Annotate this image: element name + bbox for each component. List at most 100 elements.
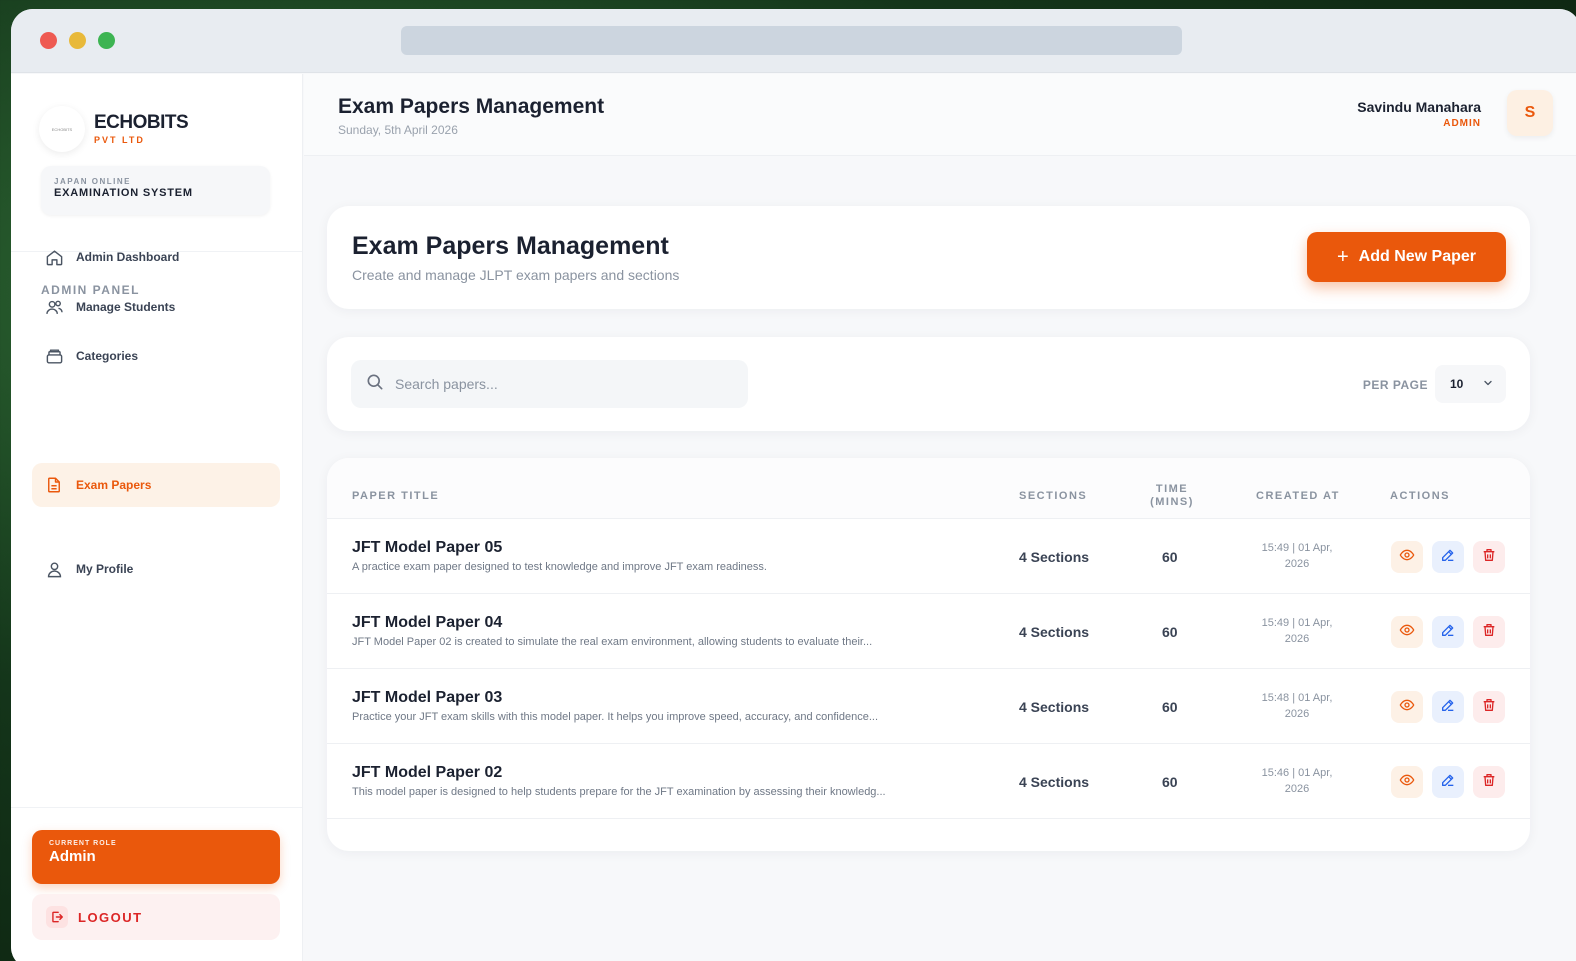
view-button[interactable] — [1391, 691, 1423, 723]
layers-icon — [44, 346, 64, 366]
paper-time: 60 — [1162, 699, 1178, 715]
sidebar-item-exam-papers[interactable]: Exam Papers — [32, 463, 280, 507]
paper-sections: 4 Sections — [1019, 624, 1090, 640]
sidebar-item-label: Exam Papers — [76, 478, 152, 492]
edit-icon — [1440, 697, 1456, 718]
document-icon — [44, 475, 64, 495]
eye-icon — [1399, 697, 1415, 718]
brand-subtitle: PVT LTD — [94, 135, 145, 145]
sidebar-divider — [11, 807, 302, 808]
papers-table: PAPER TITLE SECTIONS TIME (MINS) CREATED… — [327, 458, 1530, 851]
trash-icon — [1481, 697, 1497, 718]
user-name: Savindu Manahara — [1357, 99, 1481, 115]
edit-button[interactable] — [1432, 541, 1464, 573]
paper-created-at: 15:49 | 01 Apr, 2026 — [1245, 615, 1349, 647]
paper-description: A practice exam paper designed to test k… — [352, 561, 767, 573]
logout-icon — [46, 906, 68, 928]
brand[interactable]: ECHOBITS ECHOBITS PVT LTD — [39, 106, 189, 152]
user-role: ADMIN — [1443, 118, 1481, 129]
view-button[interactable] — [1391, 766, 1423, 798]
paper-title: JFT Model Paper 02 — [352, 764, 503, 781]
paper-sections: 4 Sections — [1019, 774, 1090, 790]
plus-icon: + — [1336, 245, 1349, 268]
column-header-sections: SECTIONS — [1019, 490, 1088, 502]
paper-created-at: 15:49 | 01 Apr, 2026 — [1245, 540, 1349, 572]
paper-created-at: 15:48 | 01 Apr, 2026 — [1245, 690, 1349, 722]
paper-description: This model paper is designed to help stu… — [352, 786, 886, 798]
created-year: 2026 — [1284, 633, 1310, 645]
current-role-label: CURRENT ROLE — [49, 840, 117, 847]
paper-description: Practice your JFT exam skills with this … — [352, 711, 879, 723]
users-icon — [44, 297, 64, 317]
edit-button[interactable] — [1432, 691, 1464, 723]
user-icon — [44, 559, 64, 579]
brand-logo: ECHOBITS — [39, 106, 85, 152]
created-time: 15:46 | 01 Apr, — [1261, 767, 1333, 779]
table-row: JFT Model Paper 03 Practice your JFT exa… — [327, 669, 1530, 744]
table-header: PAPER TITLE SECTIONS TIME (MINS) CREATED… — [327, 458, 1530, 519]
page-title: Exam Papers Management — [338, 95, 605, 118]
avatar[interactable]: S — [1507, 90, 1553, 136]
column-header-created-at: CREATED AT — [1256, 490, 1340, 502]
created-time: 15:49 | 01 Apr, — [1261, 617, 1333, 629]
logout-label: LOGOUT — [78, 909, 143, 925]
search-input[interactable] — [395, 376, 735, 392]
delete-button[interactable] — [1473, 616, 1505, 648]
eye-icon — [1399, 772, 1415, 793]
edit-button[interactable] — [1432, 616, 1464, 648]
section-title: Exam Papers Management — [352, 232, 669, 260]
current-role-value: Admin — [49, 848, 96, 865]
address-bar[interactable] — [401, 26, 1182, 55]
view-button[interactable] — [1391, 541, 1423, 573]
add-new-paper-label: Add New Paper — [1358, 248, 1477, 265]
paper-sections: 4 Sections — [1019, 549, 1090, 565]
close-window-button[interactable] — [40, 32, 57, 49]
delete-button[interactable] — [1473, 691, 1505, 723]
edit-icon — [1440, 547, 1456, 568]
table-row: JFT Model Paper 02 This model paper is d… — [327, 744, 1530, 819]
system-badge-title: EXAMINATION SYSTEM — [54, 187, 193, 199]
sidebar-item-categories[interactable]: Categories — [32, 334, 280, 378]
search-filter-card: PER PAGE 10 — [327, 337, 1530, 431]
view-button[interactable] — [1391, 616, 1423, 648]
paper-created-at: 15:46 | 01 Apr, 2026 — [1245, 765, 1349, 797]
page-header-card: Exam Papers Management Create and manage… — [327, 206, 1530, 309]
created-time: 15:49 | 01 Apr, — [1261, 542, 1333, 554]
paper-time: 60 — [1162, 774, 1178, 790]
delete-button[interactable] — [1473, 766, 1505, 798]
per-page-select[interactable]: 10 — [1435, 365, 1506, 403]
table-row: JFT Model Paper 04 JFT Model Paper 02 is… — [327, 594, 1530, 669]
top-header: Exam Papers Management Sunday, 5th April… — [304, 74, 1576, 156]
column-header-time-line2: (MINS) — [1150, 496, 1194, 508]
paper-time: 60 — [1162, 549, 1178, 565]
brand-name: ECHOBITS — [94, 112, 189, 133]
edit-button[interactable] — [1432, 766, 1464, 798]
trash-icon — [1481, 622, 1497, 643]
paper-title: JFT Model Paper 03 — [352, 689, 503, 706]
created-year: 2026 — [1284, 708, 1310, 720]
sidebar-item-admin-dashboard[interactable]: Admin Dashboard — [32, 235, 280, 279]
sidebar-item-manage-students[interactable]: Manage Students — [32, 285, 280, 329]
paper-time: 60 — [1162, 624, 1178, 640]
section-subtitle: Create and manage JLPT exam papers and s… — [352, 267, 680, 283]
search-box[interactable] — [351, 360, 748, 408]
created-year: 2026 — [1284, 558, 1310, 570]
sidebar-item-label: My Profile — [76, 562, 134, 576]
per-page-value: 10 — [1450, 377, 1464, 391]
minimize-window-button[interactable] — [69, 32, 86, 49]
trash-icon — [1481, 547, 1497, 568]
delete-button[interactable] — [1473, 541, 1505, 573]
table-row: JFT Model Paper 05 A practice exam paper… — [327, 519, 1530, 594]
maximize-window-button[interactable] — [98, 32, 115, 49]
sidebar-item-label: Manage Students — [76, 300, 176, 314]
chevron-down-icon — [1482, 377, 1494, 392]
sidebar: ECHOBITS ECHOBITS PVT LTD JAPAN ONLINE E… — [11, 74, 303, 961]
column-header-paper-title: PAPER TITLE — [352, 490, 440, 502]
created-time: 15:48 | 01 Apr, — [1261, 692, 1333, 704]
sidebar-item-my-profile[interactable]: My Profile — [32, 547, 280, 591]
logout-button[interactable]: LOGOUT — [32, 894, 280, 940]
system-badge-small: JAPAN ONLINE — [54, 177, 131, 186]
edit-icon — [1440, 772, 1456, 793]
per-page-label: PER PAGE — [1362, 378, 1428, 392]
add-new-paper-button[interactable]: + Add New Paper — [1307, 232, 1506, 282]
